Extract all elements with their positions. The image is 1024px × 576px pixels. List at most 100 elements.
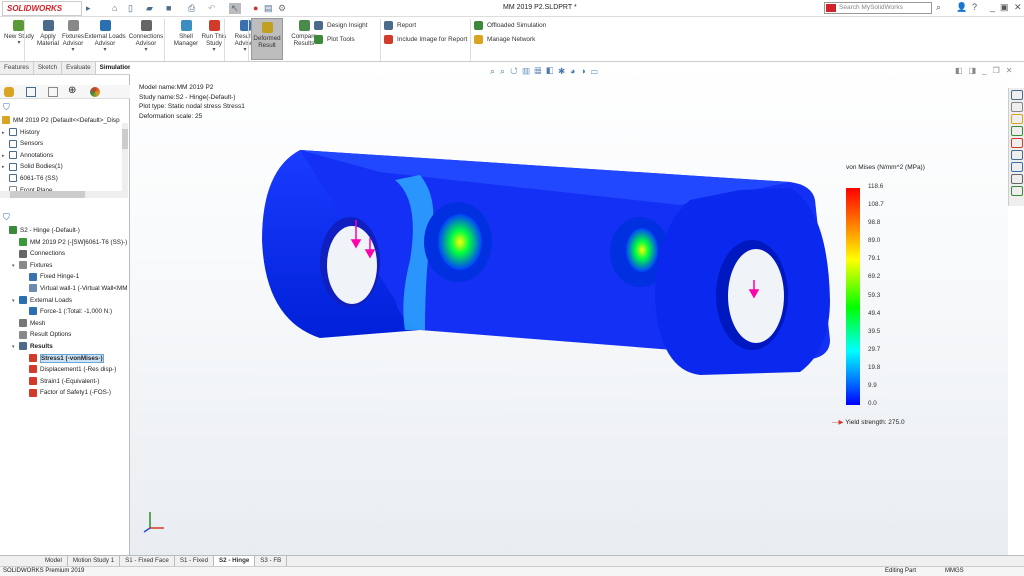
study-tree-item[interactable]: Result Options <box>2 329 128 341</box>
feature-tree-tab-icon[interactable] <box>4 87 14 97</box>
tab-features[interactable]: Features <box>0 62 34 74</box>
stress-plot-model[interactable] <box>130 62 1008 555</box>
include-image-for-report-button[interactable]: Include Image for Report <box>384 35 467 44</box>
display-manager-tab-icon[interactable] <box>90 87 100 97</box>
home-icon[interactable]: ⌂ <box>112 3 117 13</box>
tree-horizontal-scrollbar[interactable] <box>0 191 128 198</box>
study-tree-item[interactable]: Virtual wall-1 (-Virtual Wall<MM <box>2 283 128 295</box>
model-tab[interactable]: S1 - Fixed Face <box>120 556 175 566</box>
restore-button[interactable]: ▣ <box>1000 2 1009 13</box>
tab-evaluate[interactable]: Evaluate <box>62 62 96 74</box>
dropdown-arrow-icon[interactable]: ▾ <box>82 47 128 54</box>
close-button[interactable]: ✕ <box>1014 2 1022 13</box>
user-icon[interactable]: 👤 <box>956 2 967 13</box>
connections-button[interactable]: Connections Advisor ▾ <box>128 20 164 54</box>
legend-tick-label: 0.0 <box>868 400 877 407</box>
property-manager-tab-icon[interactable] <box>26 87 36 97</box>
minimize-button[interactable]: _ <box>990 2 995 12</box>
legend-tick-label: 89.0 <box>868 237 881 245</box>
options-gear-icon[interactable]: ⚙ <box>278 3 286 14</box>
study-tree-item[interactable]: Fixed Hinge-1 <box>2 271 128 283</box>
search-icon[interactable]: ⌕ <box>936 2 941 13</box>
study-tree-item[interactable]: Connections <box>2 248 128 260</box>
resources-icon[interactable] <box>1011 102 1023 112</box>
tree-item-label: History <box>20 128 40 136</box>
print-icon[interactable]: ⎙ <box>188 3 195 14</box>
file-properties-icon[interactable]: ▤ <box>264 3 273 14</box>
include-image-for-report-icon <box>384 35 393 44</box>
feature-manager-panel: ⊕ ⛉ MM 2019 P2 (Default<<Default>_Disp ▸… <box>0 75 130 555</box>
design-library-icon[interactable] <box>1011 114 1023 124</box>
model-tab[interactable]: Motion Study 1 <box>68 556 121 566</box>
view-palette-icon[interactable] <box>1011 162 1023 172</box>
study-item-label: Connections <box>30 250 66 258</box>
tree-item[interactable]: 6061-T6 (SS) <box>2 173 124 185</box>
design-insight-button[interactable]: Design Insight <box>314 21 368 30</box>
open-icon[interactable]: ▰ <box>146 3 153 14</box>
undo-icon[interactable]: ↶ <box>208 3 216 14</box>
tree-item[interactable]: ▸ Solid Bodies(1) <box>2 161 124 173</box>
plot-tools-button[interactable]: Plot Tools <box>314 35 355 44</box>
study-item-icon <box>19 295 27 304</box>
study-tree-item[interactable]: Factor of Safety1 (-FOS-) <box>2 387 128 399</box>
study-tree-item[interactable]: ▾ External Loads <box>2 295 128 307</box>
tree-root[interactable]: MM 2019 P2 (Default<<Default>_Disp <box>2 115 124 127</box>
forum-icon[interactable] <box>1011 174 1023 184</box>
tree-item-icon <box>9 139 17 148</box>
study-tree-item[interactable]: Force-1 (:Total: -1,000 N:) <box>2 306 128 318</box>
tree-item[interactable]: ▸ Annotations <box>2 150 124 162</box>
study-tree-item[interactable]: Displacement1 (-Res disp-) <box>2 364 128 376</box>
home-icon[interactable] <box>1011 90 1023 100</box>
title-bar: SOLIDWORKS ▸ ⌂ ▯ ▰ ■ ⎙ ↶ ↖ ● ▤ ⚙ MM 2019… <box>0 0 1024 17</box>
study-filter-icon[interactable]: ⛉ <box>3 212 10 223</box>
deformed-button[interactable]: Deformed Result <box>251 18 283 60</box>
study-item-icon <box>19 319 27 328</box>
study-tree-item[interactable]: Strain1 (-Equivalent-) <box>2 376 128 388</box>
study-tree-item[interactable]: Stress1 (-vonMises-) <box>2 353 128 365</box>
select-icon[interactable]: ↖ <box>229 3 241 14</box>
filter-icon[interactable]: ⛉ <box>3 102 10 113</box>
loads-button[interactable]: External Loads Advisor ▾ <box>82 20 128 54</box>
solidworks-logo: SOLIDWORKS <box>2 1 82 16</box>
model-tab[interactable]: Model <box>40 556 68 566</box>
model-tab[interactable]: S2 - Hinge <box>214 556 256 566</box>
file-explorer-icon[interactable] <box>1011 126 1023 136</box>
study-item-label: MM 2019 P2 (-[SW]6061-T6 (SS)-) <box>30 238 128 246</box>
new-document-icon[interactable]: ▯ <box>128 3 133 14</box>
report-button[interactable]: Report <box>384 21 416 30</box>
task-pane <box>1008 88 1024 206</box>
offloaded-simulation-icon <box>474 21 483 30</box>
units-selector[interactable]: MMGS <box>945 568 964 574</box>
panel-tabs: ⊕ <box>0 85 130 99</box>
expand-menu-icon[interactable]: ▸ <box>86 3 91 14</box>
rebuild-icon[interactable]: ● <box>253 3 258 13</box>
study-tree-item[interactable]: S2 - Hinge (-Default-) <box>2 225 128 237</box>
save-icon[interactable]: ■ <box>166 3 171 13</box>
custom-properties-icon[interactable] <box>1011 150 1023 160</box>
study-item-label: Fixed Hinge-1 <box>40 273 80 281</box>
study-tree-item[interactable]: Mesh <box>2 318 128 330</box>
manage-network-button[interactable]: Manage Network <box>474 35 535 44</box>
study-tree-item[interactable]: ▾ Results <box>2 341 128 353</box>
study-tree-item[interactable]: MM 2019 P2 (-[SW]6061-T6 (SS)-) <box>2 237 128 249</box>
study-tree-item[interactable]: ▾ Fixtures <box>2 260 128 272</box>
tab-sketch[interactable]: Sketch <box>34 62 63 74</box>
search-input[interactable]: Search MySolidWorks <box>824 2 932 14</box>
dropdown-arrow-icon[interactable]: ▾ <box>128 47 164 54</box>
appearances-icon[interactable] <box>1011 138 1023 148</box>
model-tab[interactable]: S1 - Fixed <box>175 556 215 566</box>
dimxpert-tab-icon[interactable]: ⊕ <box>68 85 76 96</box>
offloaded-simulation-button[interactable]: Offloaded Simulation <box>474 21 546 30</box>
status-mode: Editing Part <box>885 568 917 574</box>
solidworks-resources-icon[interactable] <box>1011 186 1023 196</box>
model-tab[interactable]: S3 - FB <box>255 556 288 566</box>
legend-tick-label: 98.8 <box>868 219 881 227</box>
tree-item-icon <box>9 151 17 160</box>
tree-item[interactable]: ▸ History <box>2 127 124 139</box>
tree-item[interactable]: Sensors <box>2 138 124 150</box>
configuration-tab-icon[interactable] <box>48 87 58 97</box>
tree-item-label: Solid Bodies(1) <box>20 163 63 171</box>
help-icon[interactable]: ? <box>972 2 977 12</box>
tree-vertical-scrollbar[interactable] <box>122 123 128 191</box>
legend-tick-label: 69.2 <box>868 273 881 281</box>
